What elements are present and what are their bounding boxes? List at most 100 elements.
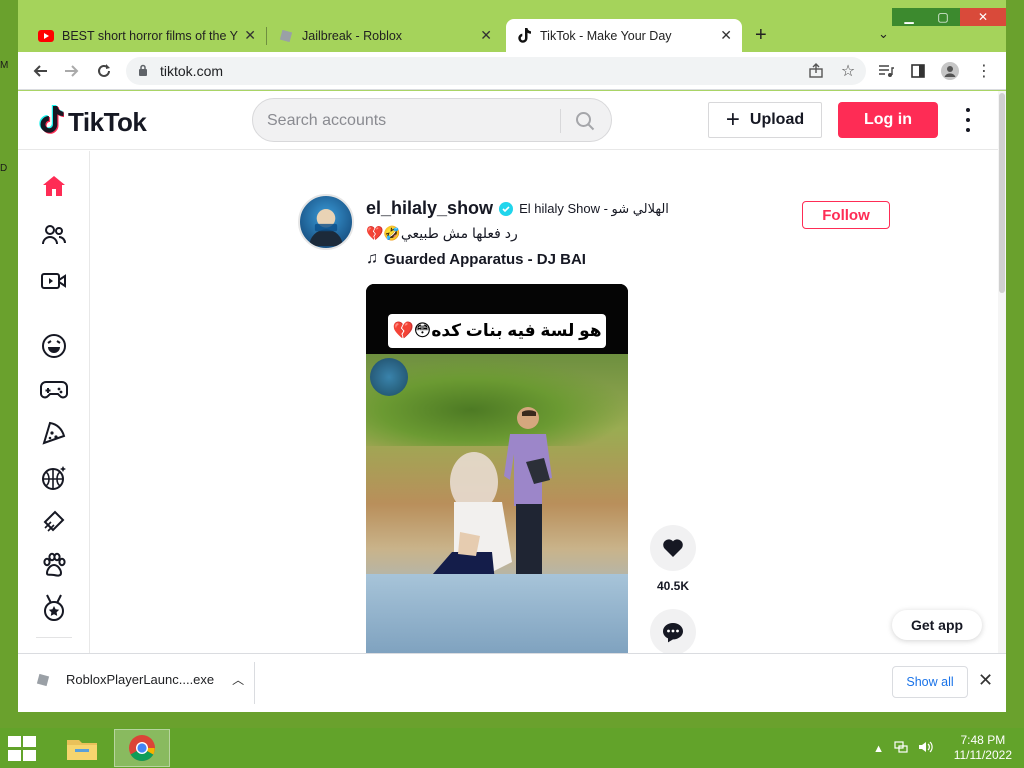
system-tray: ▲ [873, 740, 934, 757]
side-panel-icon[interactable] [908, 61, 928, 81]
login-button[interactable]: Log in [838, 102, 938, 138]
like-button[interactable] [650, 525, 696, 571]
reload-icon[interactable] [94, 61, 114, 81]
tab-label: BEST short horror films of the YEAR [62, 28, 238, 43]
search-icon[interactable] [571, 109, 599, 133]
roblox-icon [278, 28, 294, 44]
author-row: el_hilaly_show El hilaly Show - الهلالي … [366, 198, 669, 219]
author-avatar[interactable] [298, 194, 354, 250]
search-divider [560, 109, 561, 133]
music-note-icon: ♫ [366, 250, 378, 267]
comment-icon [663, 623, 683, 643]
get-app-button[interactable]: Get app [892, 610, 982, 640]
tab-roblox[interactable]: Jailbreak - Roblox ✕ [268, 19, 502, 52]
tab-youtube[interactable]: BEST short horror films of the YEAR ✕ [28, 19, 266, 52]
downloads-separator [254, 662, 255, 704]
file-explorer-taskbar-icon[interactable] [54, 729, 110, 767]
video-watermark-logo [370, 358, 408, 396]
share-icon[interactable] [806, 61, 826, 81]
show-all-button[interactable]: Show all [892, 666, 968, 698]
lock-icon [138, 63, 150, 79]
close-window-button[interactable]: ✕ [960, 8, 1006, 26]
scrollbar-thumb[interactable] [999, 93, 1005, 293]
live-icon[interactable] [38, 265, 70, 297]
media-queue-icon[interactable] [876, 61, 896, 81]
video-player[interactable]: هو لسة فيه بنات كده😳💔 [366, 284, 628, 653]
forward-icon[interactable] [62, 61, 82, 81]
browser-toolbar: tiktok.com ☆ ⋮ [18, 52, 1006, 90]
close-tab-icon[interactable]: ✕ [244, 27, 256, 44]
download-item[interactable]: RobloxPlayerLaunc....exe ︿ [36, 671, 244, 688]
animals-icon[interactable] [38, 549, 70, 581]
tiktok-icon [516, 28, 532, 44]
follow-label: Follow [822, 206, 870, 224]
sidebar-nav [18, 151, 90, 653]
start-button[interactable] [8, 736, 40, 762]
search-input[interactable] [267, 109, 547, 133]
post-caption: 💔🤣رد فعلها مش طبيعي [366, 225, 518, 241]
search-box [252, 98, 612, 142]
music-link[interactable]: ♫ Guarded Apparatus - DJ BAI [366, 250, 586, 268]
close-tab-icon[interactable]: ✕ [720, 27, 732, 44]
tab-tiktok[interactable]: TikTok - Make Your Day ✕ [506, 19, 742, 52]
window-controls: ▁ ▢ ✕ [892, 8, 1006, 26]
plus-icon: + [725, 106, 740, 133]
comedy-icon[interactable] [38, 330, 70, 362]
video-wall [366, 574, 628, 653]
back-icon[interactable] [30, 61, 50, 81]
tray-expand-icon[interactable]: ▲ [873, 743, 884, 755]
beauty-icon[interactable] [38, 505, 70, 537]
desktop-edge-mark: D [0, 163, 8, 174]
more-options-icon[interactable] [958, 108, 978, 132]
upload-label: Upload [749, 111, 805, 128]
clock-date: 11/11/2022 [953, 748, 1012, 762]
browser-menu-icon[interactable]: ⋮ [974, 61, 994, 81]
tiktok-header: TikTok + Upload Log in [18, 91, 1006, 150]
minimize-button[interactable]: ▁ [892, 8, 926, 26]
following-icon[interactable] [38, 219, 70, 251]
sports-icon[interactable] [38, 462, 70, 494]
author-nickname: El hilaly Show - الهلالي شو [519, 200, 669, 216]
tab-label: Jailbreak - Roblox [302, 28, 403, 43]
post-actions: 40.5K [650, 525, 696, 653]
upload-button[interactable]: + Upload [708, 102, 822, 138]
tab-label: TikTok - Make Your Day [540, 28, 672, 43]
chrome-taskbar-icon[interactable] [114, 729, 170, 767]
youtube-icon [38, 28, 54, 44]
close-tab-icon[interactable]: ✕ [480, 27, 492, 44]
roblox-file-icon [36, 673, 52, 687]
gaming-icon[interactable] [38, 374, 70, 406]
desktop-edge-mark: M [0, 60, 9, 71]
like-count: 40.5K [656, 579, 690, 593]
clock[interactable]: 7:48 PM 11/11/2022 [954, 733, 1012, 763]
new-tab-button[interactable]: + [755, 24, 767, 47]
home-icon[interactable] [38, 170, 70, 202]
author-username[interactable]: el_hilaly_show [366, 198, 493, 219]
login-label: Log in [864, 111, 912, 128]
page-scrollbar[interactable] [998, 91, 1006, 653]
volume-icon[interactable] [918, 740, 934, 757]
profile-avatar-icon[interactable] [940, 61, 960, 81]
close-downloads-icon[interactable]: ✕ [978, 670, 993, 691]
verified-badge-icon [499, 201, 514, 216]
tiktok-note-icon [38, 105, 65, 140]
maximize-button[interactable]: ▢ [926, 8, 960, 26]
chevron-up-icon[interactable]: ︿ [232, 671, 244, 688]
achievement-icon[interactable] [38, 592, 70, 624]
tiktok-logo[interactable]: TikTok [38, 105, 147, 140]
show-all-label: Show all [906, 675, 954, 689]
url-text: tiktok.com [160, 63, 224, 79]
follow-button[interactable]: Follow [802, 201, 890, 229]
address-bar[interactable]: tiktok.com [126, 57, 866, 85]
tab-search-chevron-icon[interactable]: ⌄ [878, 26, 889, 42]
comment-button[interactable] [650, 609, 696, 653]
downloads-bar: RobloxPlayerLaunc....exe ︿ Show all ✕ [18, 653, 1006, 712]
bookmark-star-icon[interactable]: ☆ [838, 61, 858, 81]
get-app-label: Get app [910, 617, 964, 633]
browser-window: BEST short horror films of the YEAR ✕ Ja… [18, 0, 1006, 712]
tab-strip: BEST short horror films of the YEAR ✕ Ja… [18, 0, 1006, 52]
food-icon[interactable] [38, 417, 70, 449]
tab-separator [266, 27, 267, 45]
download-filename: RobloxPlayerLaunc....exe [66, 672, 215, 687]
network-icon[interactable] [894, 740, 908, 757]
